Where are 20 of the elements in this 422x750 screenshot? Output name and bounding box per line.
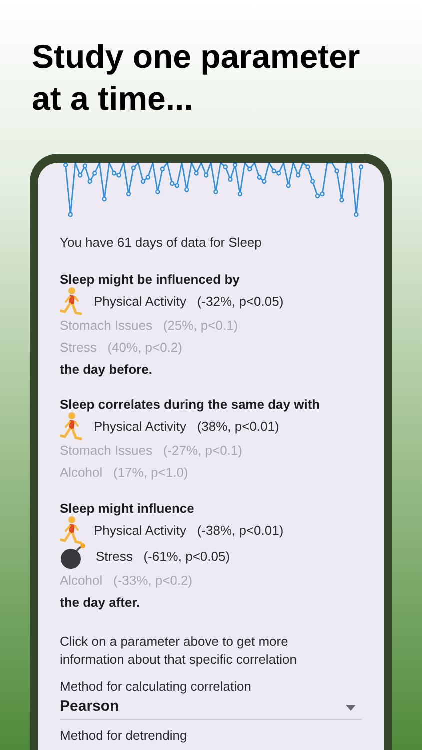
method-label: Method for calculating correlation bbox=[60, 678, 252, 696]
parameter-link[interactable]: Physical Activity (38%, p<0.01) bbox=[94, 416, 280, 436]
method-dropdown[interactable]: Pearson bbox=[60, 696, 362, 720]
section-heading: Sleep might be influenced by bbox=[60, 270, 241, 288]
runner-icon bbox=[60, 516, 84, 546]
caret-icon bbox=[346, 704, 356, 710]
detrending-label: Method for detrending bbox=[60, 727, 188, 745]
section-footer: the day after. bbox=[60, 592, 362, 612]
runner-icon bbox=[60, 412, 84, 442]
parameter-link[interactable]: Physical Activity (-32%, p<0.05) bbox=[94, 292, 284, 312]
hint-text: Click on a parameter above to get more information about that specific correlation bbox=[59, 632, 298, 668]
section-footer: the day before. bbox=[60, 360, 362, 380]
data-summary: You have 61 days of data for Sleep bbox=[59, 234, 263, 252]
section-heading: Sleep might influence bbox=[60, 500, 196, 518]
bomb-icon bbox=[60, 542, 86, 570]
runner-icon bbox=[60, 286, 84, 316]
parameter-link[interactable]: Physical Activity (-38%, p<0.01) bbox=[94, 520, 284, 540]
section-heading: Sleep correlates during the same day with bbox=[60, 396, 322, 414]
parameter-link[interactable]: Stress (-61%, p<0.05) bbox=[96, 546, 230, 566]
headline: Study one parameter at a time... bbox=[31, 37, 362, 119]
